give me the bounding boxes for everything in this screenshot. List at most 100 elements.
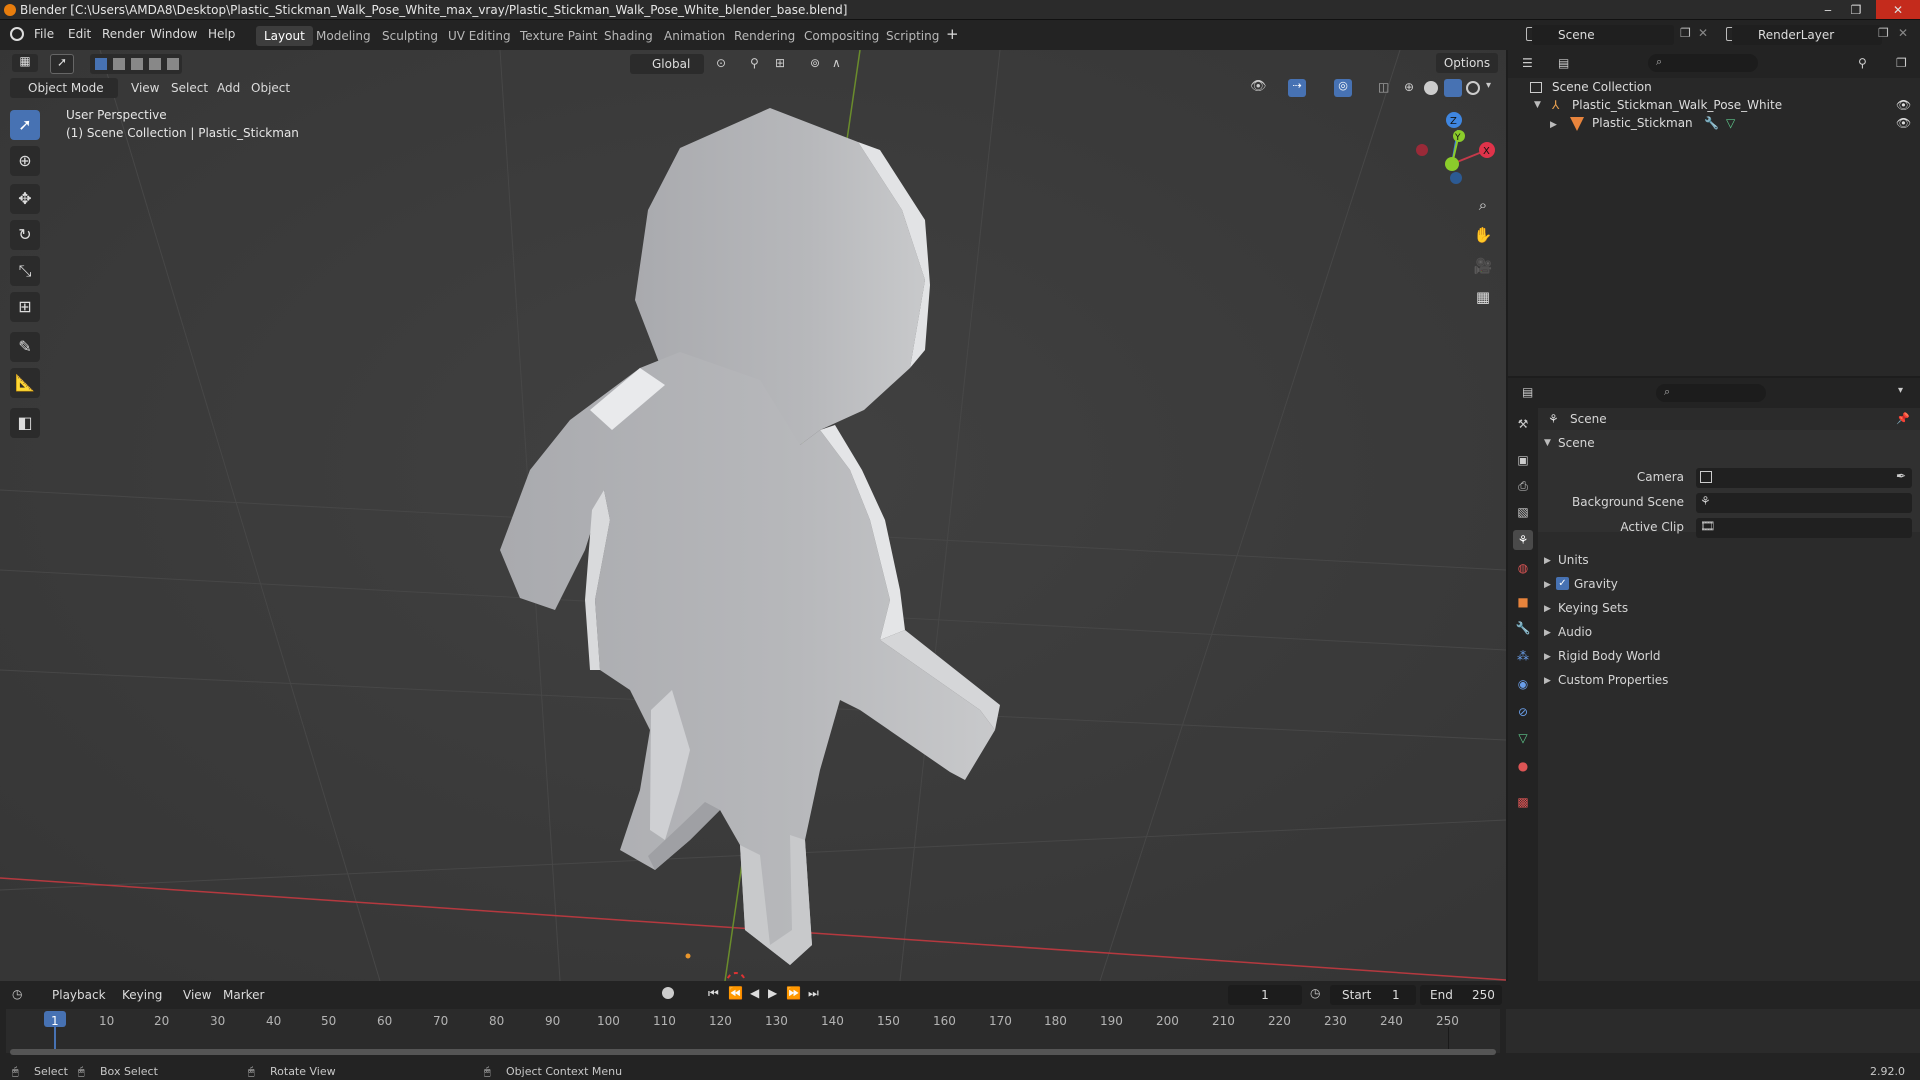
active-clip-field[interactable] [1696,518,1912,538]
tab-rendering[interactable]: Rendering [726,26,803,46]
pan-button[interactable]: ✋ [1470,222,1496,248]
3d-viewport[interactable]: X Z Y ▦ ➚ Global ⊙ ⚲ ⊞ ⊚ ∧ Options Objec… [0,50,1506,981]
world-tab-icon[interactable]: ◍ [1513,558,1533,578]
timeline-editor-icon[interactable]: ◷ [12,987,22,1001]
camera-field[interactable] [1696,468,1912,488]
timeline-scrollbar[interactable] [10,1049,1496,1055]
delete-scene-icon[interactable]: ✕ [1698,26,1708,40]
gravity-subpanel[interactable]: Gravity [1574,577,1618,591]
units-subpanel[interactable]: Units [1558,553,1589,567]
select-extend-icon[interactable] [113,58,125,70]
tab-texture-paint[interactable]: Texture Paint [512,26,605,46]
scene-panel-expand-icon[interactable]: ▼ [1544,438,1551,448]
audio-subpanel[interactable]: Audio [1558,625,1592,639]
menu-edit[interactable]: Edit [68,27,91,41]
properties-options-chevron-icon[interactable]: ▾ [1898,385,1903,396]
tool-rotate[interactable]: ↻ [10,220,40,250]
modifier-wrench-icon[interactable]: 🔧 [1704,116,1719,130]
rigid-body-expand-icon[interactable]: ▶ [1544,652,1551,662]
pin-icon[interactable]: 📌 [1896,412,1910,425]
delete-view-layer-icon[interactable]: ✕ [1898,26,1908,40]
xray-toggle-icon[interactable]: ◫ [1378,80,1389,94]
gizmo-toggle-icon[interactable]: ⇢ [1288,79,1306,97]
constraints-tab-icon[interactable]: ⊘ [1513,702,1533,722]
close-button[interactable]: ✕ [1876,0,1920,19]
gravity-expand-icon[interactable]: ▶ [1544,580,1551,590]
outliner-search-input[interactable] [1648,54,1758,72]
play-reverse-icon[interactable]: ◀ [750,986,759,1000]
outliner-object-item[interactable]: Plastic_Stickman [1592,116,1693,130]
object-visibility-icon[interactable]: 👁 [1896,116,1911,130]
menu-render[interactable]: Render [102,27,145,41]
tool-transform[interactable]: ⊞ [10,292,40,322]
viewport-menu-object[interactable]: Object [251,81,290,95]
falloff-icon[interactable]: ∧ [832,56,841,70]
properties-editor-icon[interactable]: ▤ [1522,385,1533,399]
object-expand-icon[interactable]: ▶ [1550,120,1557,130]
outliner-collection-item[interactable]: Plastic_Stickman_Walk_Pose_White [1572,98,1782,112]
tab-modeling[interactable]: Modeling [308,26,379,46]
object-tab-icon[interactable]: ■ [1513,592,1533,612]
custom-properties-expand-icon[interactable]: ▶ [1544,676,1551,686]
proportional-edit-icon[interactable]: ⊚ [810,56,820,70]
gravity-checkbox[interactable]: ✓ [1556,577,1569,590]
tool-add-cube[interactable]: ◧ [10,408,40,438]
tab-sculpting[interactable]: Sculpting [374,26,446,46]
background-scene-field[interactable] [1696,493,1912,513]
object-mode-dropdown[interactable]: Object Mode [10,78,118,98]
tab-compositing[interactable]: Compositing [796,26,887,46]
next-keyframe-icon[interactable]: ⏩ [786,986,801,1000]
tool-select-icon[interactable]: ➚ [50,54,74,74]
select-subtract-icon[interactable] [131,58,143,70]
data-tab-icon[interactable]: ▽ [1513,728,1533,748]
rigid-body-world-subpanel[interactable]: Rigid Body World [1558,649,1661,663]
tab-layout[interactable]: Layout [256,26,313,46]
tab-animation[interactable]: Animation [656,26,733,46]
viewport-menu-add[interactable]: Add [217,81,240,95]
editor-type-icon[interactable]: ▦ [12,54,38,72]
options-dropdown[interactable]: Options [1436,53,1498,73]
rendered-shading-icon[interactable] [1466,81,1480,95]
new-scene-icon[interactable]: ❐ [1680,26,1691,40]
tool-scale[interactable]: ⤡ [10,256,40,286]
tab-uv-editing[interactable]: UV Editing [440,26,519,46]
filter-icon[interactable]: ⚲ [1858,56,1867,70]
tool-annotate[interactable]: ✎ [10,332,40,362]
visibility-icon[interactable]: 👁 [1250,79,1267,94]
physics-tab-icon[interactable]: ◉ [1513,674,1533,694]
snap-icon[interactable]: ⚲ [750,56,759,70]
units-expand-icon[interactable]: ▶ [1544,556,1551,566]
eyedropper-icon[interactable]: ✒ [1896,469,1906,483]
outliner-editor-icon[interactable]: ☰ [1522,56,1533,70]
preview-range-clock-icon[interactable]: ◷ [1310,986,1320,1000]
menu-window[interactable]: Window [150,27,197,41]
material-tab-icon[interactable]: ● [1513,756,1533,776]
select-new-icon[interactable] [95,58,107,70]
outliner-scene-collection[interactable]: Scene Collection [1552,80,1652,94]
view-layer-selector[interactable]: RenderLayer [1732,25,1882,45]
jump-end-icon[interactable]: ⏭ [808,986,819,1001]
ortho-toggle-button[interactable]: ▦ [1470,284,1496,310]
pivot-point-icon[interactable]: ⊙ [716,56,726,70]
tool-move[interactable]: ✥ [10,184,40,214]
minimize-button[interactable]: ‒ [1814,0,1842,19]
tab-shading[interactable]: Shading [596,26,661,46]
shading-options-chevron-icon[interactable]: ▾ [1486,80,1491,91]
wireframe-shading-icon[interactable]: ⊕ [1404,80,1414,94]
overlays-toggle-icon[interactable]: ◎ [1334,79,1352,97]
texture-tab-icon[interactable]: ▩ [1513,792,1533,812]
particles-tab-icon[interactable]: ⁂ [1513,646,1533,666]
display-mode-icon[interactable]: ▤ [1558,56,1569,70]
select-intersect-icon[interactable] [167,58,179,70]
blender-menu-icon[interactable] [10,27,24,41]
snap-target-icon[interactable]: ⊞ [775,56,785,70]
viewport-menu-view[interactable]: View [131,81,159,95]
properties-search-input[interactable] [1656,384,1766,402]
viewport-scene[interactable]: X Z Y [0,50,1506,981]
collection-expand-icon[interactable]: ▼ [1534,100,1541,110]
prev-keyframe-icon[interactable]: ⏪ [728,986,743,1000]
collection-visibility-icon[interactable]: 👁 [1896,98,1911,112]
material-shading-icon[interactable] [1444,79,1462,97]
add-workspace-button[interactable]: + [946,25,959,43]
scene-selector[interactable]: Scene [1532,25,1674,45]
